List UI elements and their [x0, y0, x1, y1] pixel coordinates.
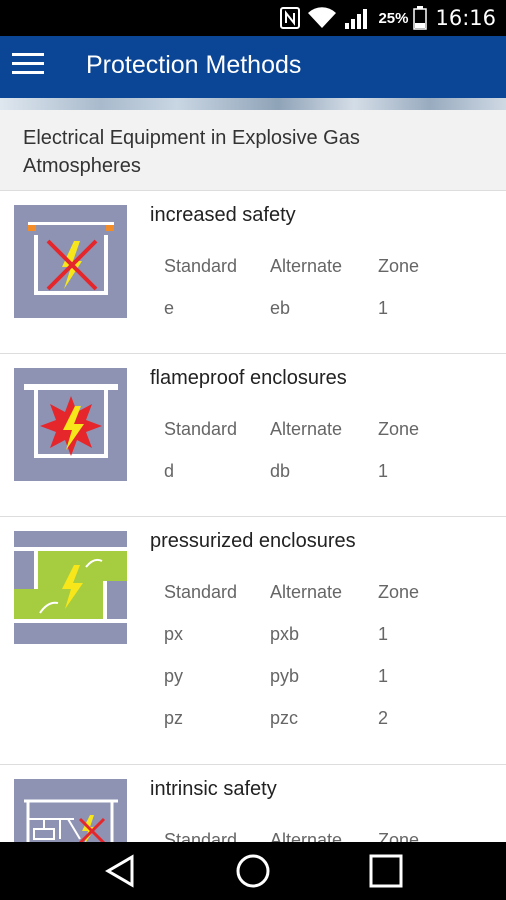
- page-title: Protection Methods: [86, 51, 302, 79]
- protection-methods-list: increased safety Standard Alternate Zone…: [0, 191, 506, 842]
- increased-safety-icon: [14, 205, 127, 318]
- header-standard: Standard: [164, 581, 238, 602]
- cell-zone: 1: [378, 665, 389, 686]
- header-standard: Standard: [164, 255, 238, 276]
- cell-zone: 1: [378, 297, 389, 318]
- cell-alternate: pyb: [270, 665, 300, 686]
- header-zone: Zone: [378, 581, 420, 602]
- cell-zone: 2: [378, 707, 389, 728]
- app-bar: Protection Methods: [0, 36, 506, 98]
- back-icon[interactable]: [102, 853, 138, 889]
- list-item-flameproof-enclosures[interactable]: flameproof enclosures Standard Alternate…: [0, 354, 506, 517]
- flameproof-icon: [14, 368, 127, 481]
- menu-icon[interactable]: [12, 53, 44, 79]
- list-item-pressurized-enclosures[interactable]: pressurized enclosures Standard Alternat…: [0, 517, 506, 765]
- cell-standard: e: [164, 297, 175, 318]
- signal-icon: [345, 9, 368, 29]
- section-title: Electrical Equipment in Explosive Gas At…: [23, 127, 360, 177]
- cell-alternate: pxb: [270, 623, 300, 644]
- item-title: flameproof enclosures: [150, 367, 347, 389]
- recents-icon[interactable]: [368, 853, 404, 889]
- clock: 16:16: [435, 6, 496, 30]
- header-alternate: Alternate: [270, 418, 343, 439]
- table-row: e eb 1: [150, 287, 452, 329]
- battery-icon: [413, 6, 428, 30]
- header-standard: Standard: [164, 829, 238, 843]
- list-item-intrinsic-safety[interactable]: intrinsic safety Standard Alternate Zone: [0, 765, 506, 842]
- battery-percent: 25%: [378, 9, 409, 27]
- pressurized-icon: [14, 531, 127, 644]
- cell-alternate: db: [270, 460, 291, 481]
- table-row: pz pzc 2: [150, 697, 452, 739]
- header-zone: Zone: [378, 418, 420, 439]
- header-banner-image: [0, 98, 506, 110]
- table-row: py pyb 1: [150, 655, 452, 697]
- cell-alternate: eb: [270, 297, 291, 318]
- item-title: increased safety: [150, 204, 296, 226]
- item-title: intrinsic safety: [150, 778, 277, 800]
- cell-standard: pz: [164, 707, 184, 728]
- intrinsic-safety-icon: [14, 779, 127, 842]
- nfc-icon: [280, 7, 301, 29]
- item-title: pressurized enclosures: [150, 530, 356, 552]
- header-zone: Zone: [378, 255, 420, 276]
- header-standard: Standard: [164, 418, 238, 439]
- header-zone: Zone: [378, 829, 420, 843]
- cell-alternate: pzc: [270, 707, 299, 728]
- home-icon[interactable]: [235, 853, 271, 889]
- header-alternate: Alternate: [270, 829, 343, 843]
- cell-zone: 1: [378, 460, 389, 481]
- wifi-icon: [308, 7, 337, 29]
- cell-standard: py: [164, 665, 184, 686]
- standards-table: Standard Alternate Zone px pxb 1 py pyb …: [150, 571, 452, 739]
- list-item-increased-safety[interactable]: increased safety Standard Alternate Zone…: [0, 191, 506, 354]
- status-bar: 25% 16:16: [0, 0, 506, 36]
- cell-standard: px: [164, 623, 184, 644]
- table-row: d db 1: [150, 450, 452, 492]
- cell-zone: 1: [378, 623, 389, 644]
- standards-table: Standard Alternate Zone: [150, 819, 452, 843]
- system-nav-bar: [0, 842, 506, 900]
- header-alternate: Alternate: [270, 255, 343, 276]
- cell-standard: d: [164, 460, 175, 481]
- standards-table: Standard Alternate Zone d db 1: [150, 408, 452, 492]
- section-header: Electrical Equipment in Explosive Gas At…: [0, 110, 506, 191]
- standards-table: Standard Alternate Zone e eb 1: [150, 245, 452, 329]
- header-alternate: Alternate: [270, 581, 343, 602]
- table-row: px pxb 1: [150, 613, 452, 655]
